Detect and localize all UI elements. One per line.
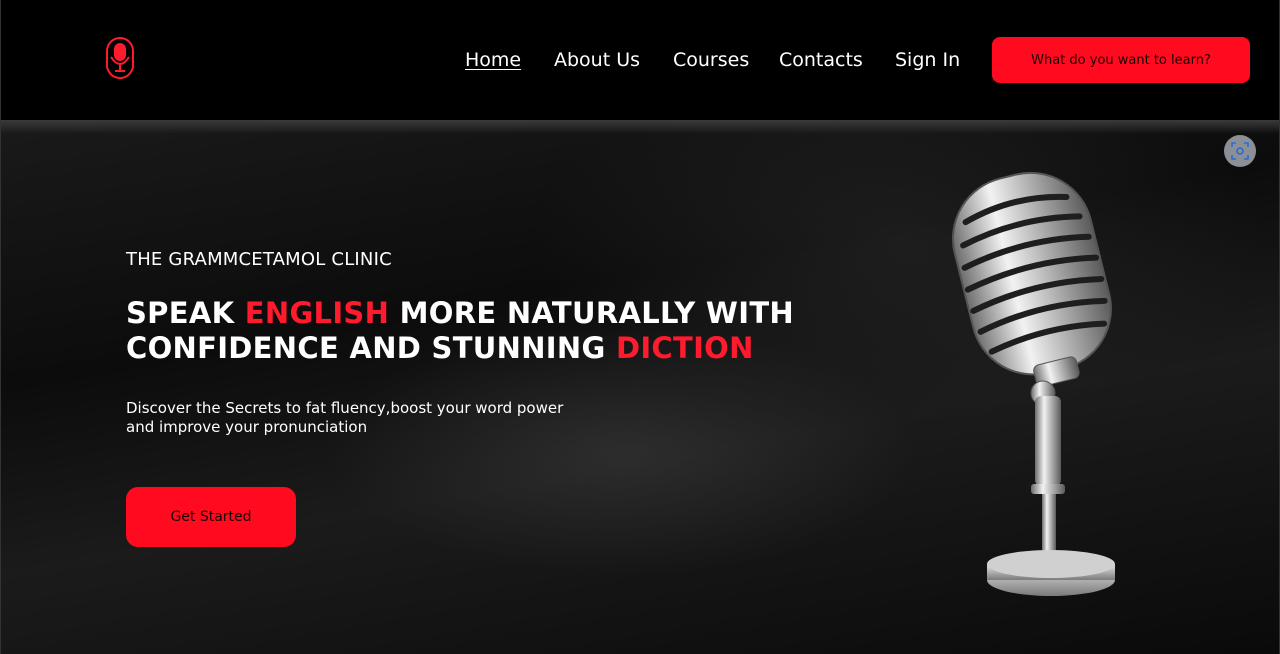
hero-headline: SPEAK ENGLISH MORE NATURALLY WITH CONFID… [126,296,826,366]
nav-link-home[interactable]: Home [465,48,521,72]
navbar-shadow [1,120,1279,134]
nav-link-about-us[interactable]: About Us [554,48,640,72]
microphone-image [952,171,1115,596]
hero-subtext: Discover the Secrets to fat fluency,boos… [126,399,606,437]
subtext-line: and improve your pronunciation [126,418,368,436]
hero-section: THE GRAMMCETAMOL CLINIC SPEAK ENGLISH MO… [0,120,1280,654]
what-to-learn-button[interactable]: What do you want to learn? [992,37,1250,83]
nav-link-sign-in[interactable]: Sign In [895,48,960,72]
headline-text: CONFIDENCE AND STUNNING [126,331,616,365]
microphone-logo-icon[interactable] [105,37,135,79]
nav-link-contacts[interactable]: Contacts [779,48,863,72]
screen-capture-icon [1231,142,1249,160]
headline-text: SPEAK [126,296,245,330]
get-started-button[interactable]: Get Started [126,487,296,547]
headline-highlight: ENGLISH [244,296,390,330]
screen-capture-button[interactable] [1224,135,1256,167]
clinic-name: THE GRAMMCETAMOL CLINIC [126,249,392,270]
headline-highlight: DICTION [615,331,754,365]
headline-text: MORE NATURALLY WITH [389,296,794,330]
nav-link-courses[interactable]: Courses [673,48,749,72]
subtext-line: Discover the Secrets to fat fluency,boos… [126,399,564,417]
top-navbar: Home About Us Courses Contacts Sign In W… [0,0,1280,120]
